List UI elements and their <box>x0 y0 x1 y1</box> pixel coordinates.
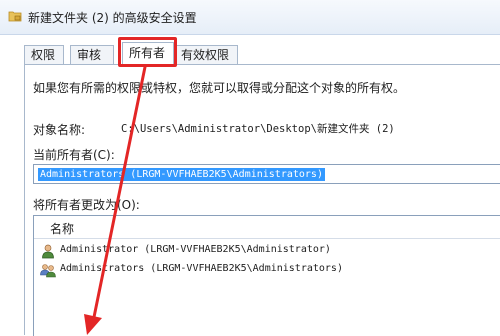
column-name-header: 名称 <box>50 222 75 236</box>
owner-label: Administrator (LRGM-VVFHAEB2K5\Administr… <box>60 244 331 255</box>
current-owner-value: Administrators (LRGM-VVFHAEB2K5\Administ… <box>38 168 325 181</box>
group-icon <box>40 264 56 278</box>
object-name-value: C:\Users\Administrator\Desktop\新建文件夹 (2) <box>121 123 395 135</box>
list-header[interactable]: 名称 <box>34 216 500 239</box>
folder-lock-icon <box>8 11 22 22</box>
object-name-label: 对象名称: <box>33 123 86 137</box>
window-title: 新建文件夹 (2) 的高级安全设置 <box>28 11 197 25</box>
current-owner-field[interactable]: Administrators (LRGM-VVFHAEB2K5\Administ… <box>33 164 500 184</box>
description-text: 如果您有所需的权限或特权，您就可以取得或分配这个对象的所有权。 <box>33 81 406 95</box>
owner-list[interactable]: 名称 Administrator (LRGM-VVFHAEB2K5\Admini… <box>33 215 500 336</box>
owner-list-item-administrator[interactable]: Administrator (LRGM-VVFHAEB2K5\Administr… <box>40 242 500 260</box>
owner-list-item-administrators[interactable]: Administrators (LRGM-VVFHAEB2K5\Administ… <box>40 261 500 279</box>
tab-effective-permissions[interactable]: 有效权限 <box>174 45 238 64</box>
current-owner-label: 当前所有者(C): <box>33 148 115 162</box>
change-owner-label: 将所有者更改为(O): <box>33 198 140 212</box>
owner-label: Administrators (LRGM-VVFHAEB2K5\Administ… <box>60 263 343 274</box>
title-bar: 新建文件夹 (2) 的高级安全设置 <box>0 0 500 35</box>
user-icon <box>42 244 54 259</box>
owner-tab-highlight <box>118 37 177 67</box>
tab-permissions[interactable]: 权限 <box>24 45 64 64</box>
tab-label: 审核 <box>77 48 102 62</box>
owner-panel: 如果您有所需的权限或特权，您就可以取得或分配这个对象的所有权。 对象名称: C:… <box>24 64 500 336</box>
tab-label: 有效权限 <box>181 48 230 62</box>
tab-auditing[interactable]: 审核 <box>70 45 114 64</box>
tab-label: 权限 <box>31 48 56 62</box>
